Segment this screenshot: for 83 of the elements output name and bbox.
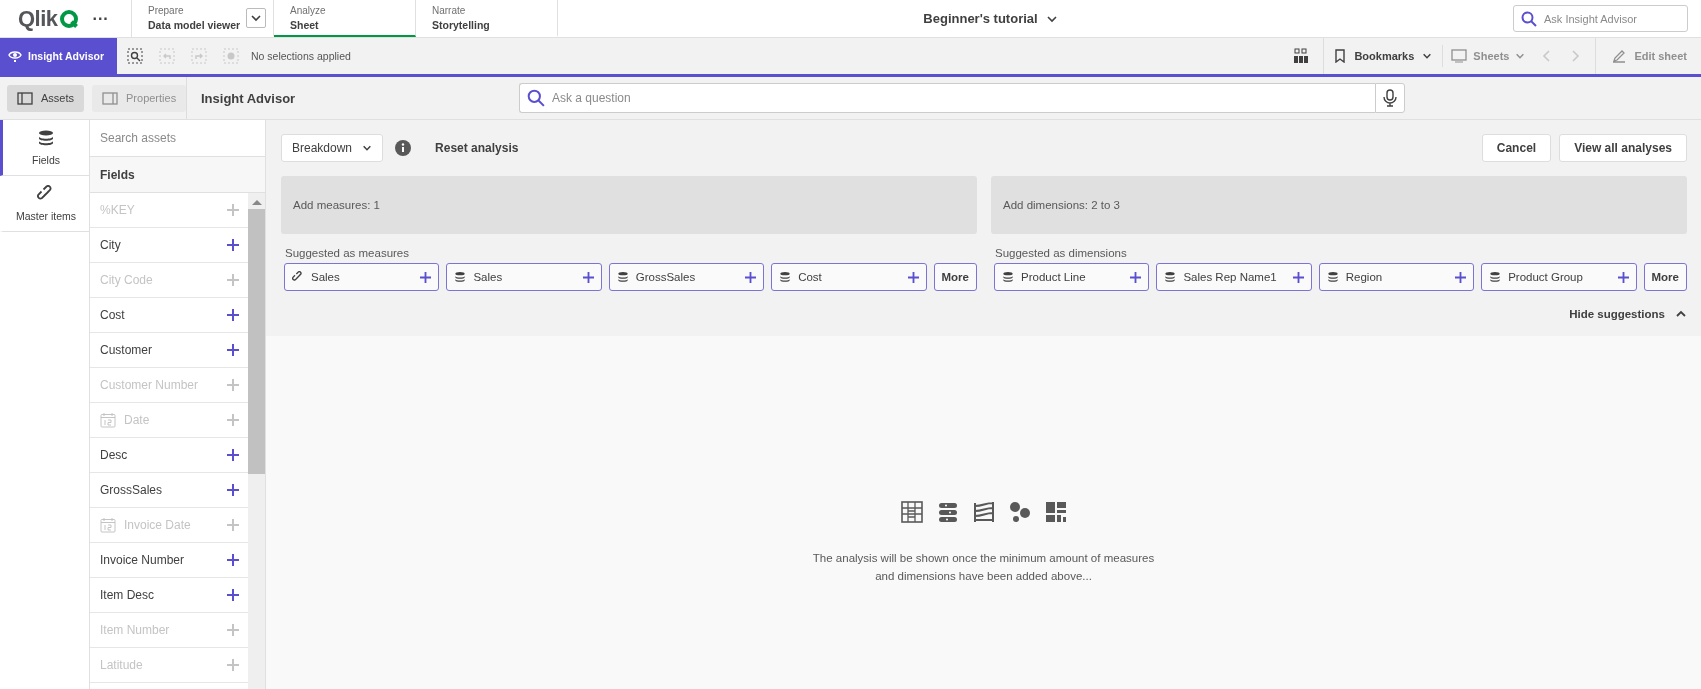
database-icon [1489,271,1502,283]
smart-search-icon[interactable] [127,48,143,64]
suggestion-chip[interactable]: Product Group [1481,263,1637,291]
chevron-down-icon [1422,51,1433,61]
suggested-label: Suggested as dimensions [995,247,1128,259]
suggestion-chip[interactable]: Product Line [994,263,1150,291]
suggestion-chip[interactable]: Sales Rep Name1 [1156,263,1312,291]
treemap-icon [1044,500,1067,523]
database-icon [1164,271,1177,283]
add-icon[interactable] [227,484,239,496]
more-button[interactable]: More [1643,263,1687,291]
suggested-label: Suggested as measures [285,247,411,259]
add-icon[interactable] [227,309,239,321]
bookmark-icon [1334,49,1347,63]
monitor-icon [1451,49,1468,63]
empty-message: The analysis will be shown once the minimum amount of measures and dimensions have been added above... [811,550,1156,584]
qlik-logo[interactable]: Qlik [18,5,79,32]
database-icon [1326,271,1339,283]
add-icon [1617,271,1629,283]
chevron-down-icon [1515,51,1526,61]
link-icon [292,271,304,283]
calendar-icon [100,517,116,533]
info-icon[interactable] [395,140,412,156]
database-icon [616,271,629,283]
question-field[interactable]: Ask a question [519,83,1375,113]
add-icon[interactable] [227,449,239,461]
dropdown-button[interactable] [246,7,267,28]
reset-analysis-button[interactable]: Reset analysis [429,140,525,156]
suggestion-chip[interactable]: Sales [284,263,440,291]
add-icon[interactable] [227,589,239,601]
add-icon [420,271,432,283]
chevron-down-icon [362,143,373,153]
suggestion-chip[interactable]: Cost [771,263,927,291]
hide-suggestions-button[interactable]: Hide suggestions [1559,307,1687,320]
page-title: Insight Advisor [200,90,297,106]
section-heading: Fields [90,157,265,193]
grid-icon[interactable] [1293,48,1310,64]
add-icon [745,271,757,283]
add-icon [1455,271,1467,283]
panel-icon [17,91,33,105]
more-button[interactable]: ··· [92,9,109,28]
suggestion-chip[interactable]: Region [1318,263,1475,291]
table-icon [900,500,923,523]
scrollbar[interactable] [248,193,265,689]
pencil-icon [1612,49,1627,63]
scroll-up-icon[interactable] [251,199,262,205]
bookmarks-button[interactable]: Bookmarks [1323,38,1443,74]
calendar-icon [100,412,116,428]
more-button[interactable]: More [933,263,977,291]
microphone-button[interactable] [1375,83,1405,113]
add-icon[interactable] [227,344,239,356]
pills-icon [936,500,959,523]
scatter-icon [1008,500,1031,523]
drop-zone[interactable]: Add measures: 1 [281,176,977,234]
mode-tab[interactable]: Prepare Data model viewer [132,0,274,37]
add-icon [582,271,594,283]
selection-status: No selections applied [251,50,351,62]
add-icon[interactable] [227,239,239,251]
app-title[interactable]: Beginner's tutorial [923,11,1038,26]
panel-toggle[interactable]: Assets [7,84,84,112]
database-icon [454,271,467,283]
link-icon [37,185,55,203]
mode-tab[interactable]: Narrate Storytelling [416,0,558,37]
add-icon [1130,271,1142,283]
search-field[interactable]: Ask Insight Advisor [1513,5,1688,32]
drop-zone[interactable]: Add dimensions: 2 to 3 [991,176,1687,234]
add-icon[interactable] [227,554,239,566]
database-icon [37,129,55,147]
insight-advisor-button[interactable]: Insight Advisor [0,38,117,74]
add-icon [1292,271,1304,283]
microphone-icon [1383,89,1397,107]
action-button[interactable]: View all analyses [1559,134,1687,162]
sankey-icon [972,500,995,523]
database-icon [779,271,792,283]
rail-tab[interactable]: Master items [0,176,89,232]
database-icon [1002,271,1014,283]
eye-icon [8,49,22,63]
analysis-type-dropdown[interactable]: Breakdown [281,134,384,162]
suggestion-chip[interactable]: Sales [446,263,602,291]
panel-icon [102,91,118,105]
add-icon [907,271,919,283]
action-button[interactable]: Cancel [1481,134,1552,162]
suggestion-chip[interactable]: GrossSales [608,263,765,291]
